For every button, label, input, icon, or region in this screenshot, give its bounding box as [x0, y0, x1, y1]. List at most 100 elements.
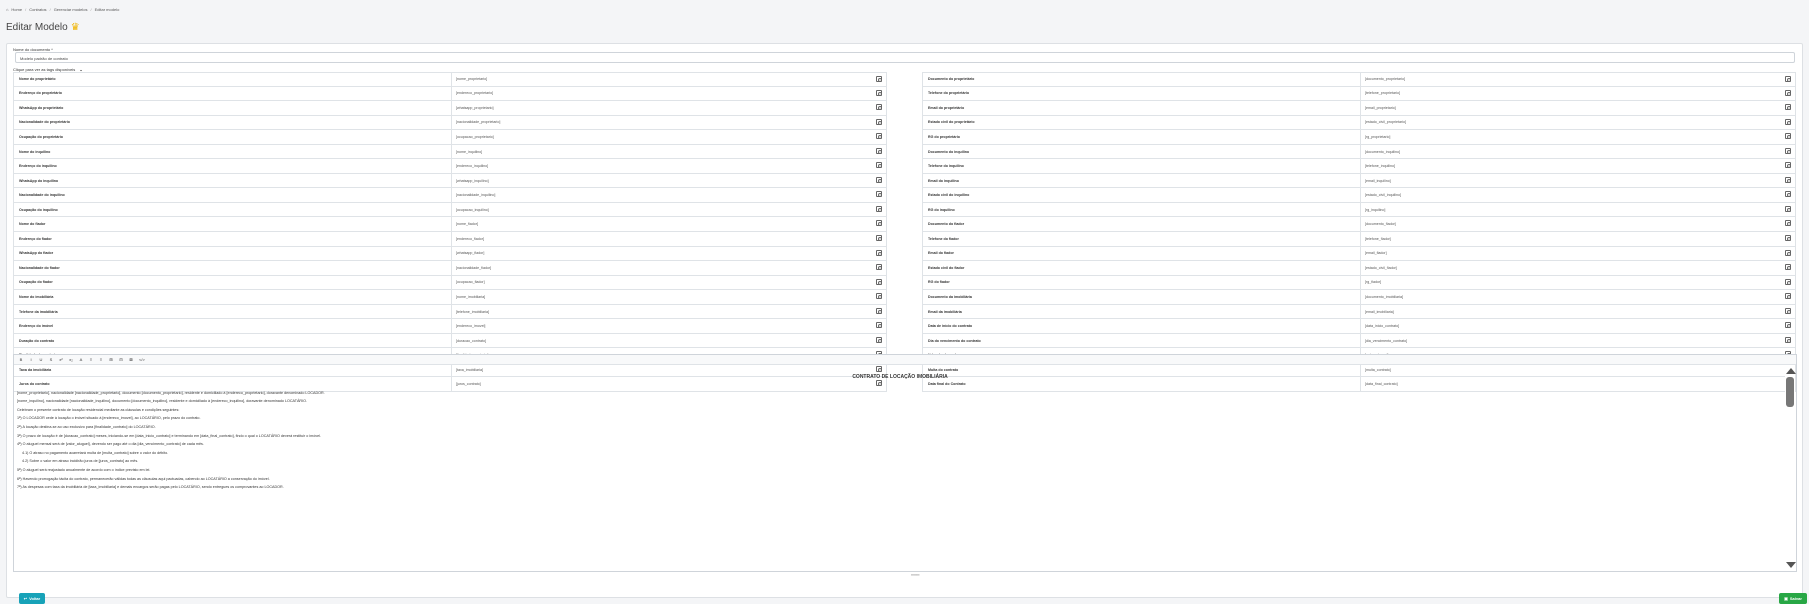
- tag-code: [ocupacao_fiador]: [456, 280, 485, 285]
- copy-link-icon[interactable]: [1785, 133, 1791, 140]
- toolbar-button[interactable]: I: [29, 357, 33, 362]
- tag-row: Email da imobiliária [email_imobiliaria]: [922, 304, 1796, 320]
- scrollbar-thumb[interactable]: [1786, 377, 1794, 407]
- tag-label: RG do proprietário: [923, 130, 1361, 144]
- toolbar-button[interactable]: ≡: [89, 357, 93, 362]
- page-title: Editar Modelo ♛: [6, 22, 80, 33]
- tag-code: [whatsapp_fiador]: [456, 251, 485, 256]
- copy-link-icon[interactable]: [1785, 278, 1791, 285]
- copy-link-icon[interactable]: [876, 336, 882, 343]
- tag-code: [estado_civil_fiador]: [1365, 265, 1397, 270]
- toolbar-button[interactable]: x²: [59, 357, 63, 362]
- tag-row: Data de início do contrato [data_inicio_c…: [922, 319, 1796, 334]
- tag-code: [ocupacao_proprietario]: [456, 134, 494, 139]
- toolbar-button[interactable]: </>: [139, 357, 145, 362]
- copy-link-icon[interactable]: [876, 133, 882, 140]
- copy-link-icon[interactable]: [1785, 322, 1791, 329]
- tag-row: Documento do inquilino [documento_inquili…: [922, 144, 1796, 160]
- copy-link-icon[interactable]: [1785, 293, 1791, 300]
- copy-link-icon[interactable]: [876, 235, 882, 242]
- copy-link-icon[interactable]: [1785, 220, 1791, 227]
- toolbar-button[interactable]: B: [19, 357, 23, 362]
- copy-link-icon[interactable]: [876, 220, 882, 227]
- toolbar-button[interactable]: ⊞: [109, 357, 113, 362]
- tag-code: [nome_imobiliaria]: [456, 294, 486, 299]
- copy-link-icon[interactable]: [1785, 76, 1791, 82]
- copy-link-icon[interactable]: [876, 322, 882, 329]
- copy-link-icon[interactable]: [1785, 205, 1791, 212]
- tag-label: Telefone do proprietário: [923, 86, 1361, 101]
- breadcrumb-item[interactable]: Contratos: [29, 7, 46, 12]
- copy-link-icon[interactable]: [876, 176, 882, 183]
- copy-link-icon[interactable]: [1785, 176, 1791, 183]
- toolbar-button[interactable]: ⊠: [129, 357, 133, 362]
- save-button[interactable]: ▣ Salvar: [1779, 593, 1807, 604]
- copy-link-icon[interactable]: [1785, 249, 1791, 256]
- tag-code: [telefone_imobiliaria]: [456, 309, 489, 314]
- doc-name-input[interactable]: Modelo padrão de contrato: [15, 52, 1795, 63]
- editor-scrollbar[interactable]: [1785, 365, 1796, 571]
- tag-row: Ocupação do proprietário [ocupacao_propri…: [13, 130, 887, 145]
- copy-link-icon[interactable]: [1785, 89, 1791, 96]
- toolbar-button[interactable]: S: [49, 357, 53, 362]
- document-paragraph: 4.2) Sobre o valor em atraso incidirão j…: [22, 459, 139, 464]
- copy-link-icon[interactable]: [1785, 162, 1791, 169]
- tag-row: Nome do imobiliária [nome_imobiliaria]: [13, 290, 887, 305]
- tag-code: [estado_civil_proprietario]: [1365, 120, 1406, 125]
- editor-resize-handle[interactable]: ═══: [911, 572, 920, 577]
- tag-row: Duração do contrato [duracao_contrato]: [13, 333, 887, 349]
- rich-text-editor[interactable]: B I U Sx² x₂ A ≡ ≡ ⊞ ⊟ ⊠ </> CONTRATO DE LOCAÇÃO IM…: [13, 354, 1797, 572]
- copy-link-icon[interactable]: [1785, 118, 1791, 125]
- home-icon[interactable]: ⌂: [6, 7, 8, 12]
- copy-link-icon[interactable]: [1785, 336, 1791, 343]
- breadcrumb-item[interactable]: Gerenciar modelos: [54, 7, 88, 12]
- arrow-left-icon: ↩: [23, 596, 28, 601]
- copy-link-icon[interactable]: [876, 89, 882, 96]
- copy-link-icon[interactable]: [1785, 264, 1791, 271]
- editor-content[interactable]: CONTRATO DE LOCAÇÃO IMOBILIÁRIA [nome_pr…: [14, 365, 1786, 571]
- breadcrumb-item[interactable]: Home: [11, 7, 22, 12]
- scroll-down-arrow[interactable]: [1786, 562, 1796, 568]
- tag-label: Email da imobiliária: [923, 304, 1361, 319]
- toolbar-button[interactable]: ≡: [99, 357, 103, 362]
- scroll-up-arrow[interactable]: [1786, 368, 1796, 374]
- tag-row: Nacionalidade do inquilino [nacionalidade…: [13, 188, 887, 203]
- tag-code: [data_inicio_contrato]: [1365, 324, 1400, 329]
- copy-link-icon[interactable]: [1785, 191, 1791, 198]
- copy-link-icon[interactable]: [876, 278, 882, 285]
- tag-code: [whatsapp_inquilino]: [456, 178, 489, 183]
- tag-code: [dia_vencimento_contrato]: [1365, 338, 1408, 343]
- copy-link-icon[interactable]: [876, 307, 882, 314]
- copy-link-icon[interactable]: [876, 162, 882, 169]
- copy-link-icon[interactable]: [876, 104, 882, 111]
- copy-link-icon[interactable]: [876, 293, 882, 300]
- breadcrumb-item-current: Editar modelo: [94, 7, 120, 12]
- copy-link-icon[interactable]: [1785, 235, 1791, 242]
- toolbar-button[interactable]: ⊟: [119, 357, 123, 362]
- tag-label: Ocupação do fiador: [14, 275, 452, 290]
- tag-label: Ocupação do inquilino: [14, 202, 452, 217]
- copy-link-icon[interactable]: [876, 147, 882, 154]
- tag-code: [nacionalidade_proprietario]: [456, 120, 501, 125]
- tag-code: [estado_civil_inquilino]: [1365, 193, 1401, 198]
- copy-link-icon[interactable]: [876, 191, 882, 198]
- copy-link-icon[interactable]: [876, 264, 882, 271]
- toolbar-button[interactable]: A: [79, 357, 83, 362]
- tag-label: Duração do contrato: [14, 333, 452, 348]
- copy-link-icon[interactable]: [876, 249, 882, 256]
- tag-code: [endereco_fiador]: [456, 236, 484, 241]
- copy-link-icon[interactable]: [876, 118, 882, 125]
- copy-link-icon[interactable]: [1785, 307, 1791, 314]
- copy-link-icon[interactable]: [1785, 104, 1791, 111]
- tag-label: Documento do proprietário: [923, 73, 1361, 86]
- back-button[interactable]: ↩ Voltar: [19, 593, 45, 604]
- toolbar-button[interactable]: U: [39, 357, 43, 362]
- breadcrumb-separator: /: [25, 7, 27, 12]
- copy-link-icon[interactable]: [876, 76, 882, 82]
- toolbar-button[interactable]: x₂: [69, 357, 73, 362]
- copy-link-icon[interactable]: [876, 205, 882, 212]
- crown-icon: ♛: [70, 22, 80, 33]
- tag-code: [nome_fiador]: [456, 222, 478, 227]
- copy-link-icon[interactable]: [1785, 147, 1791, 154]
- tag-row: Nome do inquilino [nome_inquilino]: [13, 144, 887, 160]
